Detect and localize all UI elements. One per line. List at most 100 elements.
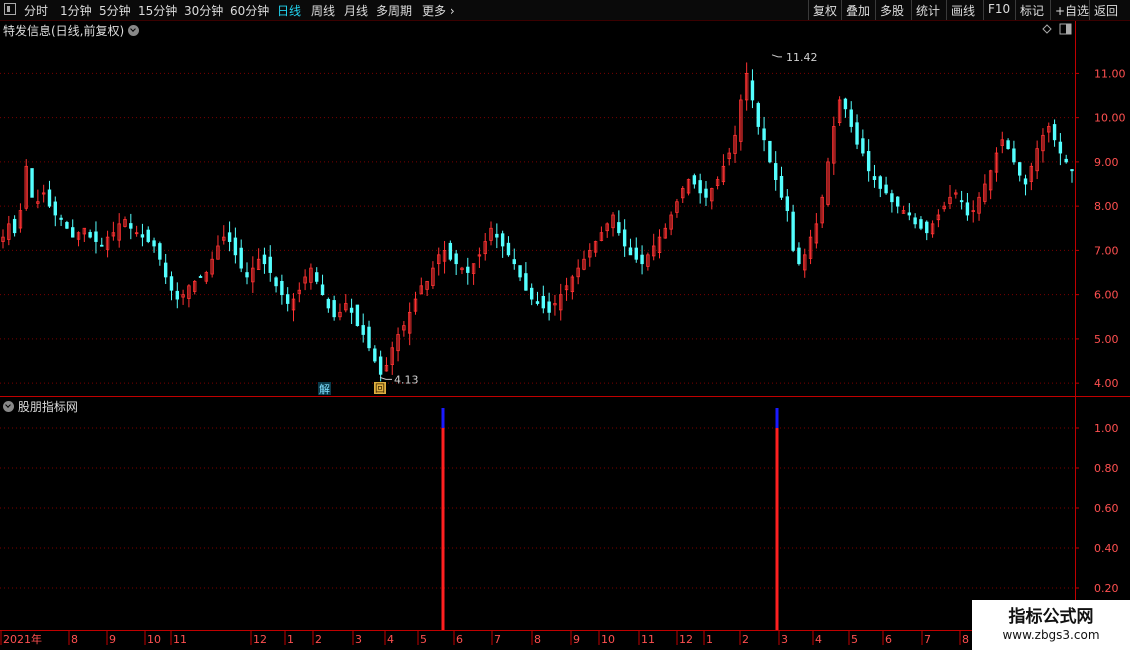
- time-axis-label: 8: [962, 633, 969, 646]
- time-axis-label: 2: [315, 633, 322, 646]
- candle-body: [640, 254, 644, 265]
- candle-body: [140, 234, 145, 238]
- price-axis-label: 4.00: [1094, 377, 1119, 390]
- candle-body: [872, 176, 877, 180]
- time-axis-label: 4: [387, 633, 394, 646]
- panel-toggle-icon-fill: [1066, 24, 1071, 34]
- candle-body: [774, 163, 778, 181]
- candle-body: [158, 243, 162, 260]
- candle-body: [59, 217, 63, 220]
- price-axis-label: 7.00: [1094, 244, 1119, 257]
- candle-body: [1058, 141, 1063, 154]
- time-axis-label: 7: [494, 633, 501, 646]
- price-axis-label: 11.00: [1094, 67, 1126, 80]
- candle-body: [617, 222, 621, 234]
- candle-body: [320, 284, 325, 296]
- price-axis-label: 6.00: [1094, 289, 1119, 302]
- time-axis-label: 2: [742, 633, 749, 646]
- candle-body: [791, 211, 795, 251]
- candle-body: [152, 240, 156, 247]
- candle-body: [785, 196, 790, 211]
- candle-body: [280, 281, 284, 296]
- candle-body: [518, 265, 522, 278]
- candle-body: [628, 247, 633, 256]
- indicator-axis-label: 0.20: [1094, 582, 1119, 595]
- site-watermark: 指标公式网 www.zbgs3.com: [972, 600, 1130, 650]
- time-axis-label: 8: [71, 633, 78, 646]
- candle-body: [1012, 148, 1016, 163]
- candle-body: [227, 232, 232, 242]
- candle-body: [907, 212, 912, 216]
- time-axis-label: 6: [456, 633, 463, 646]
- candle-body: [239, 247, 243, 269]
- time-axis-label: 4: [815, 633, 822, 646]
- candle-body: [529, 287, 534, 300]
- candle-body: [622, 229, 627, 247]
- candle-body: [378, 356, 383, 375]
- candle-body: [704, 188, 708, 198]
- candle-body: [285, 294, 290, 304]
- candle-body: [361, 325, 365, 335]
- time-axis-label: 8: [534, 633, 541, 646]
- price-axis-label: 10.00: [1094, 112, 1126, 125]
- candle-body: [756, 103, 760, 127]
- high-marker: [771, 54, 782, 58]
- candle-body: [100, 244, 104, 247]
- candle-body: [233, 237, 238, 256]
- time-axis-label: 10: [147, 633, 161, 646]
- time-axis-label: 3: [781, 633, 788, 646]
- candle-body: [12, 218, 17, 234]
- candle-body: [367, 326, 371, 349]
- candle-body: [919, 219, 923, 229]
- time-axis-label: 12: [253, 633, 267, 646]
- indicator-axis-label: 0.40: [1094, 542, 1119, 555]
- low-marker: [379, 376, 392, 380]
- price-axis-label: 5.00: [1094, 333, 1119, 346]
- signal-bar-cap: [441, 408, 445, 428]
- candle-body: [512, 259, 516, 265]
- candle-body: [169, 276, 174, 291]
- watermark-url: www.zbgs3.com: [1002, 628, 1100, 642]
- time-axis-label: 1: [706, 633, 713, 646]
- time-axis-label: 5: [420, 633, 427, 646]
- candle-body: [175, 290, 179, 300]
- time-axis-label: 9: [573, 633, 580, 646]
- time-axis-label: 5: [851, 633, 858, 646]
- candle-body: [634, 247, 638, 260]
- candle-body: [1023, 178, 1028, 185]
- candle-body: [1052, 124, 1057, 141]
- candle-body: [506, 242, 511, 256]
- signal-bar: [775, 428, 779, 630]
- candle-body: [495, 233, 499, 238]
- time-axis-label: 3: [355, 633, 362, 646]
- candle-body: [94, 231, 98, 242]
- candle-body: [47, 189, 52, 207]
- indicator-axis-label: 0.80: [1094, 462, 1119, 475]
- kline-chart[interactable]: 11.0010.009.008.007.006.005.004.0011.424…: [0, 0, 1130, 650]
- time-axis-label: 7: [924, 633, 931, 646]
- candle-body: [913, 217, 917, 225]
- candle-body: [262, 254, 267, 265]
- candle-body: [268, 256, 272, 273]
- candle-body: [448, 242, 453, 260]
- candle-body: [896, 196, 900, 207]
- candle-body: [65, 222, 69, 229]
- candle-body: [855, 122, 859, 145]
- candle-body: [88, 232, 92, 238]
- time-axis-label: 12: [679, 633, 693, 646]
- indicator-axis-label: 0.60: [1094, 502, 1119, 515]
- candle-body: [373, 348, 377, 362]
- high-price-label: 11.42: [786, 51, 818, 64]
- indicator-axis-label: 1.00: [1094, 422, 1119, 435]
- time-axis-label: 2021年: [3, 632, 42, 646]
- candle-body: [315, 272, 319, 282]
- time-axis-label: 6: [885, 633, 892, 646]
- candle-body: [349, 307, 354, 313]
- candle-body: [692, 175, 697, 185]
- candle-body: [198, 276, 203, 278]
- candle-body: [843, 98, 848, 110]
- diamond-icon[interactable]: [1042, 24, 1052, 34]
- candle-body: [500, 233, 505, 247]
- time-axis-label: 1: [287, 633, 294, 646]
- candle-body: [965, 202, 970, 216]
